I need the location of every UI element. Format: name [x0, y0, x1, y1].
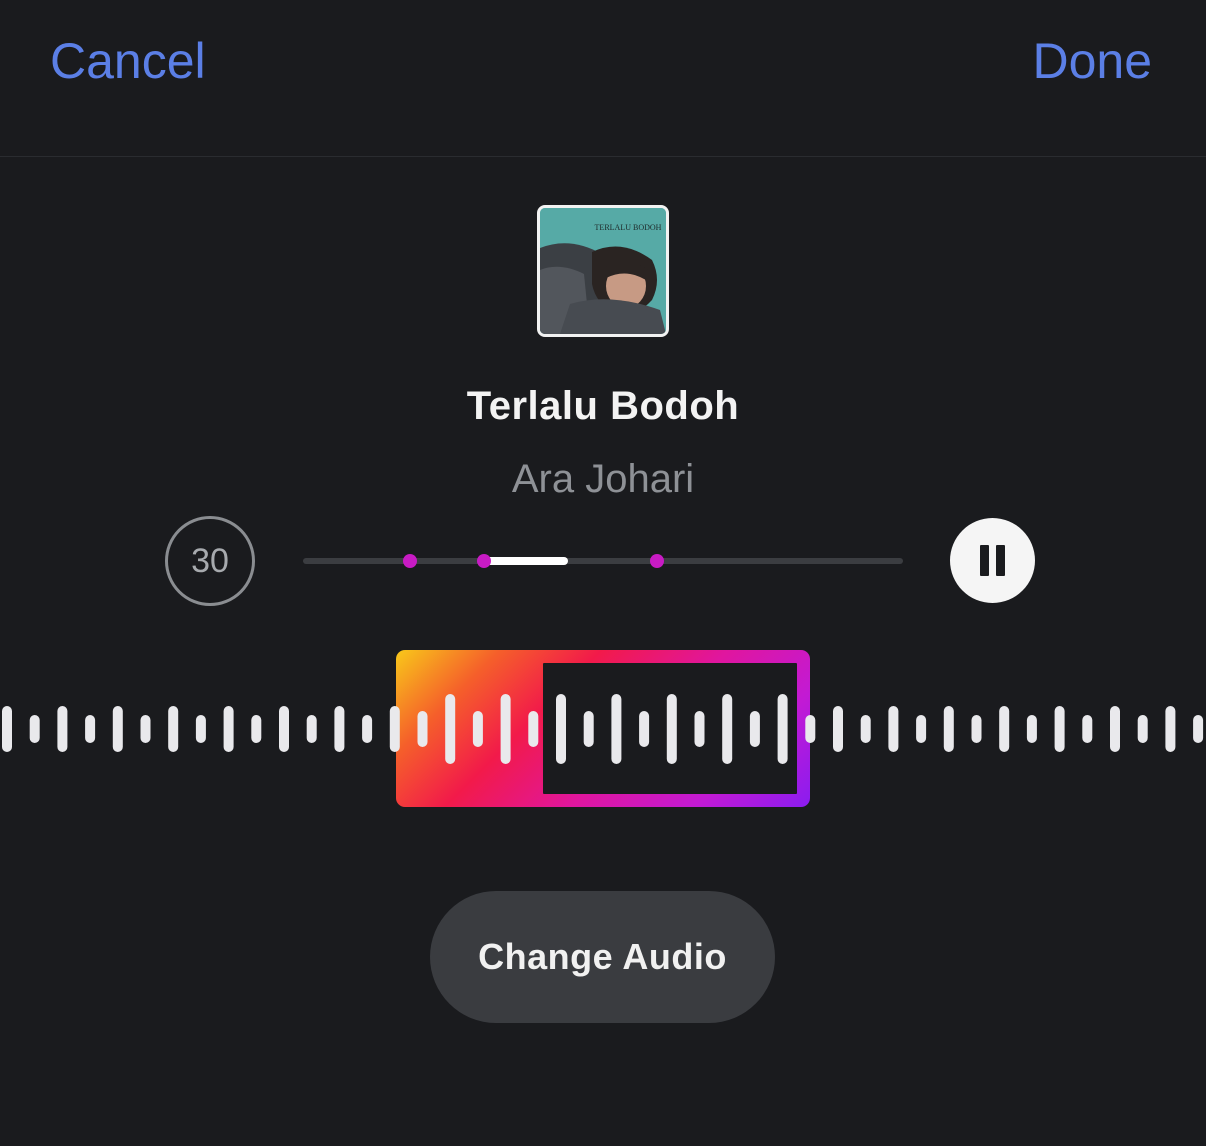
- waveform-bar: [306, 715, 317, 743]
- waveform-bar: [1054, 706, 1065, 752]
- waveform-bar: [1026, 715, 1037, 743]
- waveform-bar: [57, 706, 68, 752]
- waveform-bar: [2, 706, 12, 752]
- waveform-bar: [833, 706, 843, 752]
- song-title: Terlalu Bodoh: [466, 384, 740, 428]
- progress-marker: [403, 554, 417, 568]
- album-art-image: TERLALU BODOH: [540, 208, 666, 334]
- top-bar: Cancel Done: [0, 0, 1206, 157]
- waveform-bar: [168, 706, 179, 752]
- waveform-bar: [1082, 715, 1093, 743]
- pause-icon: [980, 545, 989, 576]
- waveform-bar: [112, 706, 123, 752]
- cancel-button[interactable]: Cancel: [50, 32, 206, 90]
- done-button[interactable]: Done: [1032, 32, 1152, 90]
- waveform-bar: [971, 715, 982, 743]
- music-editor-screen: Cancel Done TERLALU BODOH Terlalu Bodoh …: [0, 0, 1206, 1146]
- album-art: TERLALU BODOH: [537, 205, 669, 337]
- duration-label: 30: [191, 541, 229, 580]
- waveform-bar: [195, 715, 206, 743]
- waveform-bar: [1193, 715, 1204, 743]
- waveform-bar: [860, 715, 871, 743]
- progress-marker: [650, 554, 664, 568]
- waveform-bar: [85, 715, 96, 743]
- waveform-bar: [999, 706, 1010, 752]
- progress-track[interactable]: [303, 558, 903, 564]
- album-art-text: TERLALU BODOH: [595, 223, 662, 232]
- duration-button[interactable]: 30: [165, 516, 255, 606]
- waveform-bar: [334, 706, 345, 752]
- pause-button[interactable]: [950, 518, 1035, 603]
- artist-name: Ara Johari: [511, 457, 695, 501]
- waveform-bar: [251, 715, 262, 743]
- waveform-bar: [1110, 706, 1120, 752]
- waveform-bar: [916, 715, 927, 743]
- clip-selector-window: [543, 663, 797, 794]
- pause-icon: [996, 545, 1005, 576]
- waveform-bar: [279, 706, 289, 752]
- waveform-bar: [888, 706, 899, 752]
- waveform-bar: [1165, 706, 1176, 752]
- waveform-bar: [29, 715, 40, 743]
- change-audio-button[interactable]: Change Audio: [430, 891, 775, 1023]
- waveform-bar: [1137, 715, 1148, 743]
- waveform-bar: [223, 706, 234, 752]
- waveform-bar: [140, 715, 151, 743]
- progress-marker: [477, 554, 491, 568]
- waveform-bar: [943, 706, 954, 752]
- progress-selection: [484, 557, 568, 565]
- waveform-bar: [362, 715, 373, 743]
